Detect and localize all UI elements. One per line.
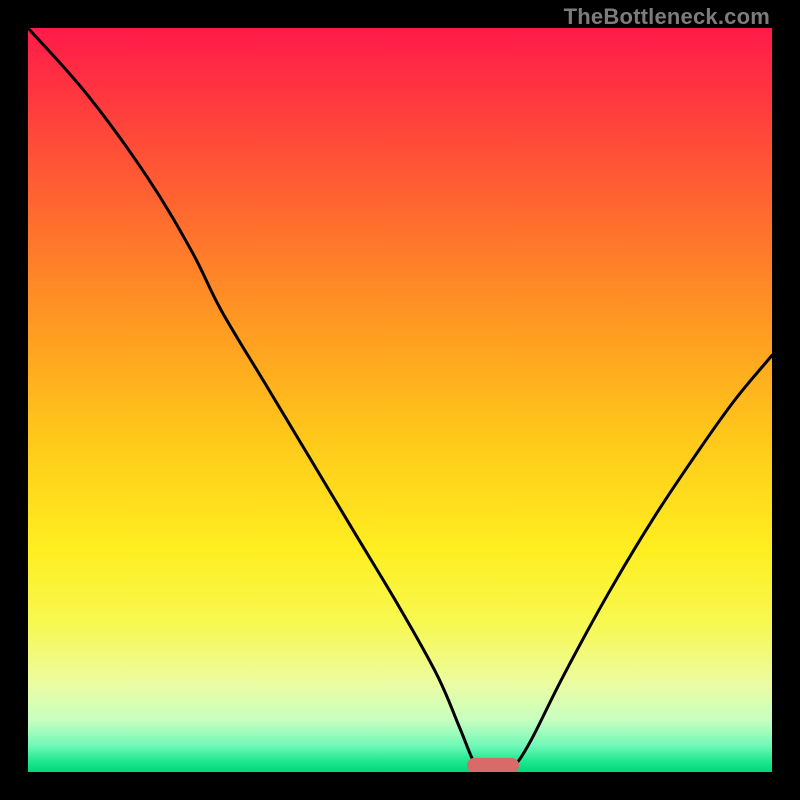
- gradient-background: [28, 28, 772, 772]
- plot-area: [28, 28, 772, 772]
- watermark-text: TheBottleneck.com: [564, 4, 770, 30]
- bottleneck-chart: [28, 28, 772, 772]
- chart-frame: TheBottleneck.com: [0, 0, 800, 800]
- optimal-range-marker: [467, 758, 519, 772]
